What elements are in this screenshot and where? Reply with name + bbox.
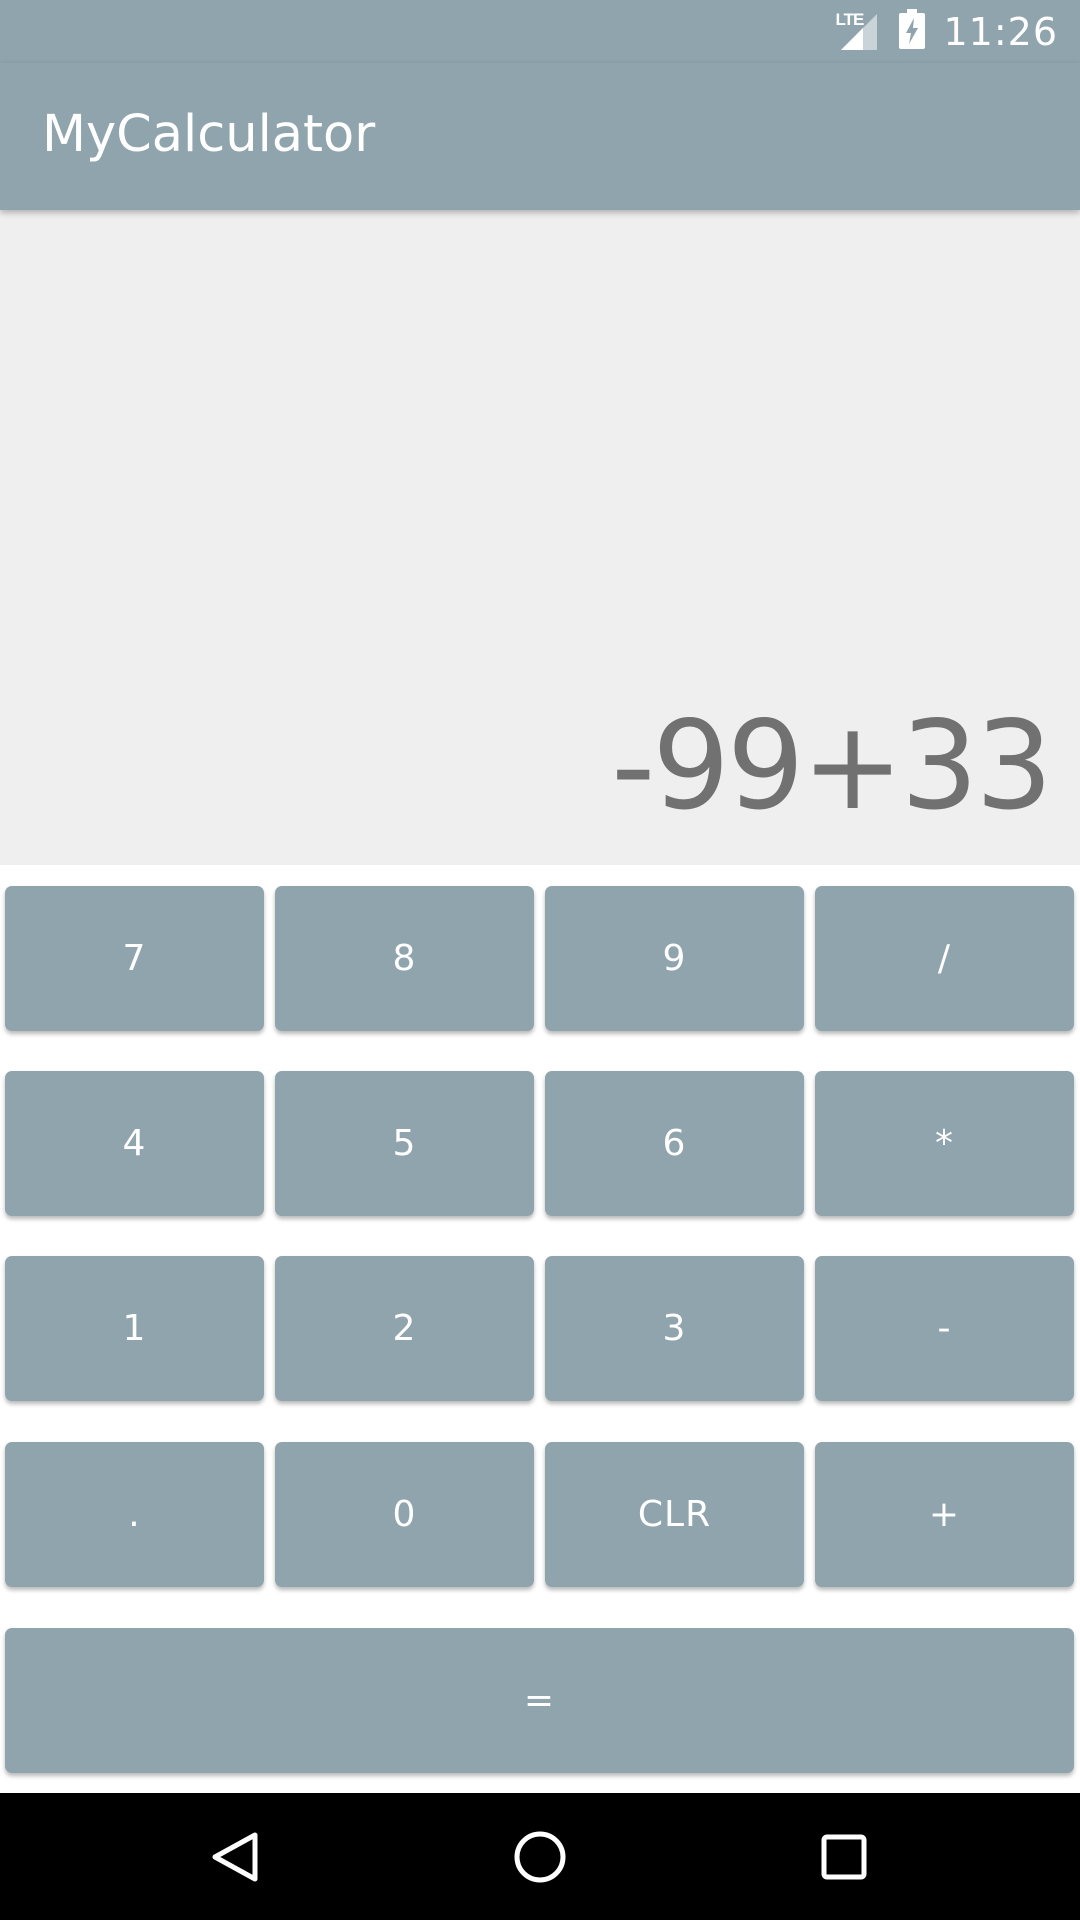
key-1[interactable]: 1 xyxy=(5,1256,264,1401)
key-5[interactable]: 5 xyxy=(275,1071,534,1216)
status-icons: LTE 11:26 xyxy=(833,0,1058,63)
key-clear[interactable]: CLR xyxy=(545,1442,804,1587)
key-decimal[interactable]: . xyxy=(5,1442,264,1587)
status-time: 11:26 xyxy=(943,9,1058,54)
key-9[interactable]: 9 xyxy=(545,886,804,1031)
key-6[interactable]: 6 xyxy=(545,1071,804,1216)
key-8[interactable]: 8 xyxy=(275,886,534,1031)
network-type-label: LTE xyxy=(835,9,864,29)
key-0[interactable]: 0 xyxy=(275,1442,534,1587)
key-2[interactable]: 2 xyxy=(275,1256,534,1401)
back-icon[interactable] xyxy=(199,1821,271,1893)
expression-display: -99+33 xyxy=(611,695,1053,837)
key-subtract[interactable]: - xyxy=(815,1256,1074,1401)
key-4[interactable]: 4 xyxy=(5,1071,264,1216)
calculator-display: -99+33 xyxy=(0,210,1080,865)
lte-signal-icon: LTE xyxy=(833,10,881,54)
recent-apps-icon[interactable] xyxy=(808,1821,880,1893)
navigation-bar xyxy=(0,1793,1080,1920)
key-add[interactable]: + xyxy=(815,1442,1074,1587)
key-multiply[interactable]: * xyxy=(815,1071,1074,1216)
key-7[interactable]: 7 xyxy=(5,886,264,1031)
key-divide[interactable]: / xyxy=(815,886,1074,1031)
key-3[interactable]: 3 xyxy=(545,1256,804,1401)
status-bar: LTE 11:26 xyxy=(0,0,1080,63)
home-icon[interactable] xyxy=(504,1821,576,1893)
app-title: MyCalculator xyxy=(42,105,376,164)
app-bar: MyCalculator xyxy=(0,63,1080,210)
battery-charging-icon xyxy=(899,9,926,54)
key-equals[interactable]: = xyxy=(5,1628,1074,1773)
